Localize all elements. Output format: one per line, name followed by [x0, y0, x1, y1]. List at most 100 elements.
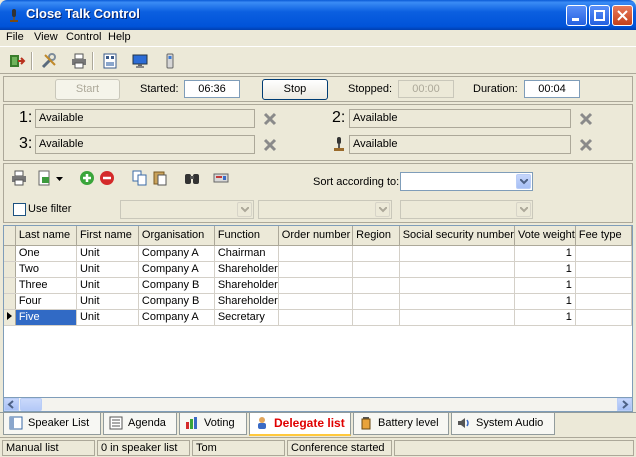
column-header[interactable]: First name: [76, 226, 139, 246]
column-header[interactable]: Social security number: [399, 226, 515, 246]
scroll-right-button[interactable]: [617, 398, 632, 411]
table-cell[interactable]: Unit: [76, 245, 139, 262]
filter-select-3[interactable]: [400, 200, 533, 219]
filter-select-2[interactable]: [258, 200, 392, 219]
exit-icon[interactable]: [8, 52, 26, 70]
column-header[interactable]: Region: [352, 226, 400, 246]
row-header[interactable]: [4, 309, 16, 326]
menu-control[interactable]: Control: [66, 31, 101, 43]
filter-2-dropdown-button[interactable]: [375, 202, 390, 217]
table-cell[interactable]: [278, 261, 354, 278]
table-cell[interactable]: Secretary: [214, 309, 279, 326]
table-cell[interactable]: Unit: [76, 309, 139, 326]
column-header[interactable]: Organisation: [138, 226, 215, 246]
tab-agenda[interactable]: Agenda: [103, 413, 177, 435]
start-button[interactable]: Start: [55, 79, 120, 100]
table-cell[interactable]: [352, 261, 400, 278]
table-row[interactable]: Three Unit Company B Shareholder 1: [4, 277, 632, 294]
remove-mic-2-icon[interactable]: [579, 112, 593, 126]
scroll-thumb[interactable]: [20, 398, 42, 411]
table-cell[interactable]: Five: [15, 309, 77, 326]
chevron-down-icon[interactable]: [56, 177, 63, 181]
column-header[interactable]: Vote weight: [514, 226, 576, 246]
tab-battery-level[interactable]: Battery level: [353, 413, 449, 435]
table-cell[interactable]: [399, 261, 515, 278]
table-cell[interactable]: Three: [15, 277, 77, 294]
table-cell[interactable]: 1: [514, 245, 576, 262]
table-cell[interactable]: [352, 277, 400, 294]
table-cell[interactable]: Four: [15, 293, 77, 310]
table-cell[interactable]: Unit: [76, 277, 139, 294]
filter-1-dropdown-button[interactable]: [237, 202, 252, 217]
table-cell[interactable]: [575, 261, 632, 278]
row-header[interactable]: [4, 261, 16, 278]
row-header[interactable]: [4, 277, 16, 294]
table-cell[interactable]: 1: [514, 293, 576, 310]
table-cell[interactable]: Company B: [138, 277, 215, 294]
table-cell[interactable]: [278, 277, 354, 294]
scroll-left-button[interactable]: [4, 398, 19, 411]
tab-delegate-list[interactable]: Delegate list: [249, 413, 351, 436]
table-cell[interactable]: [575, 245, 632, 262]
row-header[interactable]: [4, 293, 16, 310]
column-header[interactable]: Function: [214, 226, 279, 246]
sort-dropdown-button[interactable]: [516, 174, 531, 189]
filter-3-dropdown-button[interactable]: [516, 202, 531, 217]
table-cell[interactable]: [399, 245, 515, 262]
table-cell[interactable]: Shareholder: [214, 261, 279, 278]
table-row[interactable]: Two Unit Company A Shareholder 1: [4, 261, 632, 278]
menu-view[interactable]: View: [34, 31, 58, 43]
table-cell[interactable]: [575, 293, 632, 310]
table-cell[interactable]: [352, 245, 400, 262]
close-button[interactable]: [612, 5, 633, 26]
table-cell[interactable]: 1: [514, 309, 576, 326]
table-cell[interactable]: [575, 309, 632, 326]
print-icon[interactable]: [70, 52, 88, 70]
tab-speaker-list[interactable]: Speaker List: [3, 413, 101, 435]
table-cell[interactable]: Company B: [138, 293, 215, 310]
table-cell[interactable]: [399, 277, 515, 294]
use-filter-checkbox[interactable]: [13, 203, 26, 216]
table-cell[interactable]: 1: [514, 277, 576, 294]
filter-select-1[interactable]: [120, 200, 254, 219]
table-cell[interactable]: Company A: [138, 245, 215, 262]
table-cell[interactable]: One: [15, 245, 77, 262]
add-icon[interactable]: [79, 170, 95, 186]
table-cell[interactable]: Chairman: [214, 245, 279, 262]
table-cell[interactable]: [399, 293, 515, 310]
row-header[interactable]: [4, 245, 16, 262]
copy-icon[interactable]: [132, 170, 148, 186]
table-cell[interactable]: [352, 293, 400, 310]
stop-button[interactable]: Stop: [262, 79, 328, 100]
tab-system-audio[interactable]: System Audio: [451, 413, 555, 435]
table-cell[interactable]: Unit: [76, 261, 139, 278]
table-row[interactable]: One Unit Company A Chairman 1: [4, 245, 632, 262]
column-header[interactable]: Order number: [278, 226, 354, 246]
monitor-icon[interactable]: [131, 52, 149, 70]
table-cell[interactable]: [278, 293, 354, 310]
remove-chairman-mic-icon[interactable]: [579, 138, 593, 152]
table-cell[interactable]: Company A: [138, 261, 215, 278]
remove-icon[interactable]: [99, 170, 115, 186]
table-row-selected[interactable]: Five Unit Company A Secretary 1: [4, 309, 632, 326]
tab-voting[interactable]: Voting: [179, 413, 247, 435]
minimize-button[interactable]: [566, 5, 587, 26]
delegate-grid[interactable]: Last name First name Organisation Functi…: [3, 225, 633, 412]
column-header[interactable]: Fee type: [575, 226, 632, 246]
table-cell[interactable]: [278, 309, 354, 326]
table-cell[interactable]: [352, 309, 400, 326]
table-cell[interactable]: Shareholder: [214, 277, 279, 294]
table-cell[interactable]: 1: [514, 261, 576, 278]
remove-mic-1-icon[interactable]: [263, 112, 277, 126]
find-icon[interactable]: [184, 170, 200, 186]
maximize-button[interactable]: [589, 5, 610, 26]
paste-icon[interactable]: [152, 170, 168, 186]
table-cell[interactable]: Two: [15, 261, 77, 278]
table-cell[interactable]: [575, 277, 632, 294]
print-list-icon[interactable]: [11, 170, 27, 186]
sort-select[interactable]: [400, 172, 533, 191]
export-icon[interactable]: [37, 170, 53, 186]
table-cell[interactable]: [399, 309, 515, 326]
table-row[interactable]: Four Unit Company B Shareholder 1: [4, 293, 632, 310]
horizontal-scrollbar[interactable]: [3, 397, 633, 412]
